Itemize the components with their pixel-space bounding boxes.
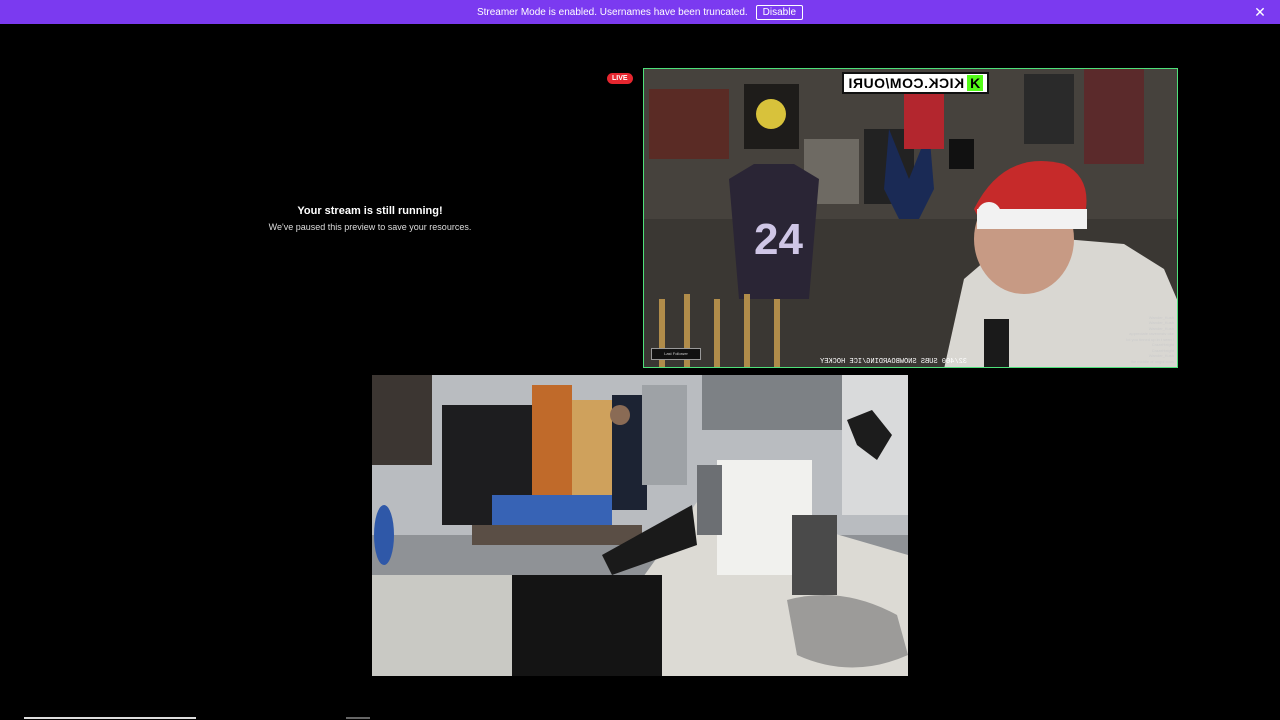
streamer-mode-message: Streamer Mode is enabled. Usernames have…: [476, 6, 748, 18]
kick-url-text: KICK.COM/OURI: [848, 75, 965, 91]
kick-brand-overlay: KICK.COM/OURI K: [842, 72, 990, 94]
chat-line: the middle of ongol cous: [1130, 358, 1174, 364]
room-camera-video-frame: [372, 375, 908, 676]
last-follower-widget: Last Follower: [651, 348, 701, 360]
live-badge: LIVE: [607, 73, 633, 84]
disable-streamer-mode-button[interactable]: Disable: [755, 4, 804, 20]
paused-preview-notice: Your stream is still running! We've paus…: [240, 205, 500, 232]
playback-progress-segment: [346, 717, 370, 719]
playback-progress-bar[interactable]: [24, 717, 196, 719]
stream-tile-webcam[interactable]: 24 KICK.COM/OURI K Last Follower 32/400 …: [643, 68, 1178, 368]
subs-goal-text: 32/400 SUBS SNOWBOARDING/ICE HOCKEY: [820, 358, 968, 366]
chat-overlay: Wander_Kush Wander_Kush Wander_Kush appr…: [1084, 315, 1174, 365]
paused-preview-subtitle: We've paused this preview to save your r…: [268, 222, 472, 232]
kick-logo-icon: K: [967, 75, 984, 91]
paused-preview-title: Your stream is still running!: [297, 205, 443, 217]
svg-text:24: 24: [754, 215, 803, 264]
streamer-mode-banner: Streamer Mode is enabled. Usernames have…: [0, 0, 1280, 24]
close-icon[interactable]: ✕: [1252, 4, 1268, 20]
stream-tile-room-camera[interactable]: [372, 375, 908, 676]
